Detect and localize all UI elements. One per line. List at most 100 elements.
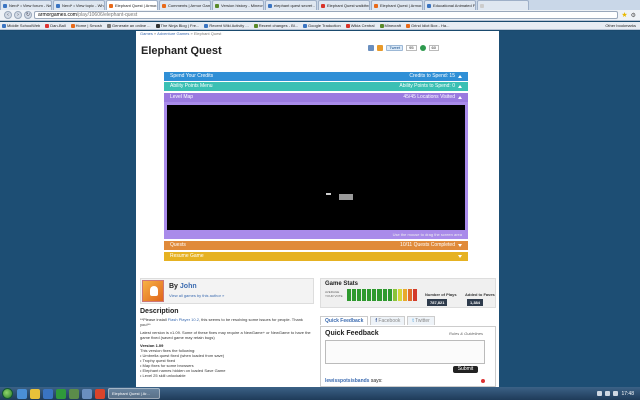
- expand-down-icon: [458, 244, 462, 247]
- rating-segment[interactable]: [392, 289, 397, 301]
- tab-quick-feedback[interactable]: Quick Feedback: [320, 316, 369, 325]
- browser-tab[interactable]: [477, 0, 529, 10]
- bookmark-label: Middle SchoolWeb: [7, 23, 41, 28]
- other-bookmarks[interactable]: Other bookmarks: [605, 23, 636, 28]
- bookmark-item[interactable]: The Ninja Blog | Fre...: [155, 23, 199, 28]
- chrome-icon[interactable]: [95, 388, 105, 399]
- feedback-textarea[interactable]: [325, 340, 485, 364]
- rating-meter[interactable]: [347, 289, 418, 301]
- tab-favicon-icon: [215, 3, 219, 8]
- bookmark-item[interactable]: Recent changes - Bl...: [253, 23, 298, 28]
- tab-favicon-icon: [56, 3, 60, 8]
- tab-label: Nerd* • View forum - Ne...: [9, 3, 52, 8]
- lower-section: By John View all games by this author » …: [136, 276, 499, 387]
- favorite-icon[interactable]: [377, 45, 384, 51]
- wrench-menu-icon[interactable]: ⚙: [631, 12, 636, 19]
- rating-segment[interactable]: [387, 289, 392, 301]
- browser-tab[interactable]: Educational Animated Fi...×: [424, 0, 476, 10]
- resume-game-bar[interactable]: Resume Game: [164, 252, 468, 261]
- fix-item: • Level 25 skill unlockable: [140, 373, 186, 378]
- level-map-bar[interactable]: Level Map 45/45 Locations Visited: [164, 93, 468, 102]
- tab-facebook[interactable]: f Facebook: [370, 316, 406, 325]
- explorer-folder-icon[interactable]: [30, 388, 40, 399]
- browser-tab[interactable]: Comments | Armor Gam...×: [159, 0, 211, 10]
- rating-segment[interactable]: [377, 289, 382, 301]
- flag-icon[interactable]: [481, 379, 485, 383]
- rating-segment[interactable]: [362, 289, 367, 301]
- spend-credits-bar[interactable]: Spend Your Credits Credits to Spend: 15: [164, 72, 468, 81]
- rating-segment[interactable]: [397, 289, 402, 301]
- submit-button[interactable]: Submit: [453, 366, 478, 373]
- quests-completed: 10/11 Quests Completed: [400, 242, 455, 248]
- browser-tab[interactable]: Elephant Quest | Armor...×: [106, 0, 158, 10]
- bookmark-item[interactable]: Grind Idiot Box - Ha...: [405, 23, 449, 28]
- bookmark-item[interactable]: Generate an online ...: [107, 23, 151, 28]
- rating-segment[interactable]: [413, 289, 418, 301]
- url-input[interactable]: armorgames.com/play/10606/elephant-quest: [34, 11, 619, 19]
- level-map-view[interactable]: [167, 105, 465, 230]
- breadcrumb-games-link[interactable]: Games: [140, 31, 153, 36]
- quests-bar[interactable]: Quests 10/11 Quests Completed: [164, 241, 468, 250]
- browser-tab[interactable]: Nerd* • View forum - Ne...×: [0, 0, 52, 10]
- tab-label: Elephant Quest | Armor...: [115, 3, 158, 8]
- view-all-games-link[interactable]: View all games by this author »: [169, 293, 224, 298]
- start-button[interactable]: [2, 388, 13, 399]
- rating-segment[interactable]: [352, 289, 357, 301]
- author-avatar[interactable]: [142, 280, 164, 302]
- bookmark-item[interactable]: Wikia Central: [345, 23, 375, 28]
- back-button[interactable]: ‹: [4, 11, 12, 19]
- rating-labels: AVERAGE YOUR VOTE: [325, 290, 343, 298]
- tab-label: Educational Animated Fi...: [433, 3, 476, 8]
- flash-player-link[interactable]: Flash Player 10.2: [168, 317, 199, 322]
- breadcrumb-current: Elephant Quest: [193, 31, 222, 36]
- breadcrumb-adventure-link[interactable]: Adventure Games: [157, 31, 189, 36]
- like-icon[interactable]: [419, 45, 426, 51]
- reload-button[interactable]: ↻: [24, 11, 32, 19]
- bookmark-item[interactable]: Minecraft: [379, 23, 401, 28]
- minecraft-icon[interactable]: [69, 388, 79, 399]
- media-player-icon[interactable]: [43, 388, 53, 399]
- comment-username[interactable]: lewisspotsisbands: [325, 378, 369, 384]
- bookmark-item[interactable]: Dan-Ball: [45, 23, 66, 28]
- app-icon-2[interactable]: [82, 388, 92, 399]
- bookmark-item[interactable]: Recent Wiki Activity ...: [204, 23, 249, 28]
- browser-tab[interactable]: elephant quest secret - R...×: [265, 0, 317, 10]
- rules-guidelines-link[interactable]: Rules & Guidelines: [449, 331, 483, 336]
- rating-segment[interactable]: [357, 289, 362, 301]
- taskbar-chrome-window[interactable]: Elephant Quest | Ar...: [108, 388, 160, 399]
- tweet-button[interactable]: Tweet: [386, 45, 404, 51]
- bookmark-favicon-icon: [379, 23, 384, 28]
- browser-tab[interactable]: Version history - Minecr...×: [212, 0, 264, 10]
- ability-points-bar[interactable]: Ability Points Menu Ability Points to Sp…: [164, 82, 468, 91]
- network-icon[interactable]: [605, 391, 611, 396]
- ie-icon[interactable]: [17, 388, 27, 399]
- rating-segment[interactable]: [367, 289, 372, 301]
- rating-segment[interactable]: [402, 289, 407, 301]
- bookmark-favicon-icon: [70, 23, 75, 28]
- map-viewport-marker[interactable]: [339, 194, 353, 200]
- like-count: 60: [428, 45, 439, 51]
- rating-segment[interactable]: [372, 289, 377, 301]
- browser-tab[interactable]: Nerd* • View topic - Wh...×: [53, 0, 105, 10]
- bookmark-item[interactable]: Middle SchoolWeb: [2, 23, 40, 28]
- author-name-link[interactable]: John: [180, 283, 197, 290]
- plays-label: Number of Plays: [425, 292, 457, 297]
- browser-tab[interactable]: Elephant Quest | Armor...×: [371, 0, 423, 10]
- rating-segment[interactable]: [382, 289, 387, 301]
- game-embed[interactable]: Spend Your Credits Credits to Spend: 15 …: [164, 72, 468, 264]
- bookmark-item[interactable]: Google Traduction: [303, 23, 341, 28]
- tab-twitter[interactable]: t Twitter: [407, 316, 435, 325]
- clock[interactable]: 17:48: [621, 391, 634, 397]
- forward-button[interactable]: ›: [14, 11, 22, 19]
- expand-down-icon: [458, 255, 462, 258]
- rating-segment[interactable]: [407, 289, 413, 301]
- browser-tab[interactable]: Elephant Quest walkthro...×: [318, 0, 370, 10]
- tray-icon[interactable]: [597, 391, 603, 396]
- author-box: By John View all games by this author »: [140, 278, 314, 304]
- share-icon[interactable]: [368, 45, 375, 51]
- bookmark-item[interactable]: Home | Smosh: [70, 23, 102, 28]
- app-icon[interactable]: [56, 388, 66, 399]
- volume-icon[interactable]: [613, 391, 619, 396]
- bookmark-star-icon[interactable]: ★: [621, 11, 627, 19]
- rating-segment[interactable]: [347, 289, 352, 301]
